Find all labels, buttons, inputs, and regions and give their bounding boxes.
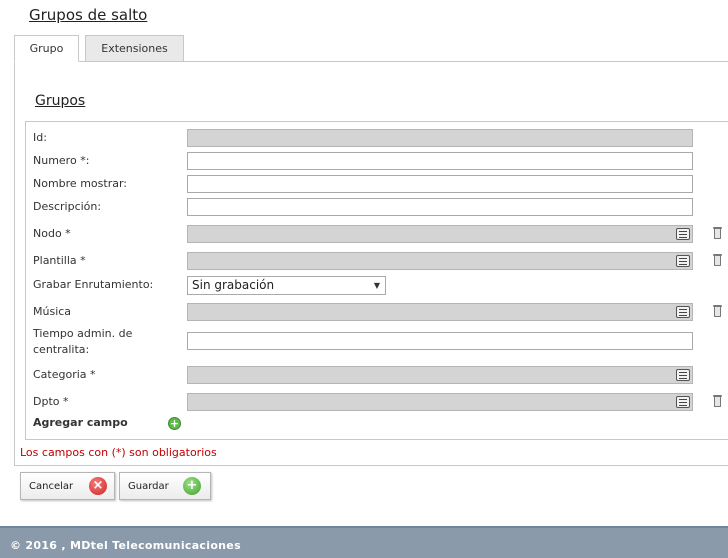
numero-field[interactable] xyxy=(187,152,693,170)
plantilla-trash-icon[interactable] xyxy=(713,254,722,266)
id-label: Id: xyxy=(33,131,47,144)
page-title: Grupos de salto xyxy=(29,6,148,24)
musica-trash-icon[interactable] xyxy=(713,305,722,317)
footer-text: © 2016 , MDtel Telecomunicaciones xyxy=(10,539,241,552)
plantilla-label: Plantilla * xyxy=(33,254,86,267)
descripcion-field[interactable] xyxy=(187,198,693,216)
tiempo-admin-field[interactable] xyxy=(187,332,693,350)
tab-grupo[interactable]: Grupo xyxy=(14,35,79,62)
descripcion-label: Descripción: xyxy=(33,200,102,213)
dpto-list-icon[interactable] xyxy=(676,396,690,408)
required-note: Los campos con (*) son obligatorios xyxy=(20,446,217,459)
nombre-mostrar-label: Nombre mostrar: xyxy=(33,177,127,190)
categoria-field xyxy=(187,366,693,384)
dropdown-arrow-icon: ▼ xyxy=(373,281,380,290)
id-field xyxy=(187,129,693,147)
categoria-list-icon[interactable] xyxy=(676,369,690,381)
nombre-mostrar-field[interactable] xyxy=(187,175,693,193)
nodo-list-icon[interactable] xyxy=(676,228,690,240)
save-button[interactable]: Guardar + xyxy=(119,472,211,500)
plus-circle-icon[interactable]: + xyxy=(168,417,181,430)
dpto-label: Dpto * xyxy=(33,395,69,408)
grabar-enrutamiento-value: Sin grabación xyxy=(192,278,275,292)
musica-list-icon[interactable] xyxy=(676,306,690,318)
footer: © 2016 , MDtel Telecomunicaciones xyxy=(0,526,728,558)
save-button-label: Guardar xyxy=(128,481,169,492)
grabar-enrutamiento-select[interactable]: Sin grabación ▼ xyxy=(187,276,386,295)
add-field-label[interactable]: Agregar campo xyxy=(33,416,128,429)
plus-circle-icon: + xyxy=(183,477,201,495)
plantilla-field xyxy=(187,252,693,270)
nodo-field xyxy=(187,225,693,243)
section-title: Grupos xyxy=(35,93,86,109)
grabar-enrutamiento-label: Grabar Enrutamiento: xyxy=(33,278,154,291)
plantilla-list-icon[interactable] xyxy=(676,255,690,267)
x-circle-icon: × xyxy=(89,477,107,495)
tab-extensiones[interactable]: Extensiones xyxy=(85,35,184,62)
nodo-label: Nodo * xyxy=(33,227,71,240)
dpto-field xyxy=(187,393,693,411)
cancel-button-label: Cancelar xyxy=(29,481,74,492)
musica-field xyxy=(187,303,693,321)
categoria-label: Categoria * xyxy=(33,368,96,381)
tiempo-admin-label-line1: Tiempo admin. de xyxy=(33,327,133,340)
nodo-trash-icon[interactable] xyxy=(713,227,722,239)
musica-label: Música xyxy=(33,305,72,318)
tiempo-admin-label-line2: centralita: xyxy=(33,343,90,356)
dpto-trash-icon[interactable] xyxy=(713,395,722,407)
cancel-button[interactable]: Cancelar × xyxy=(20,472,115,500)
numero-label: Numero *: xyxy=(33,154,90,167)
